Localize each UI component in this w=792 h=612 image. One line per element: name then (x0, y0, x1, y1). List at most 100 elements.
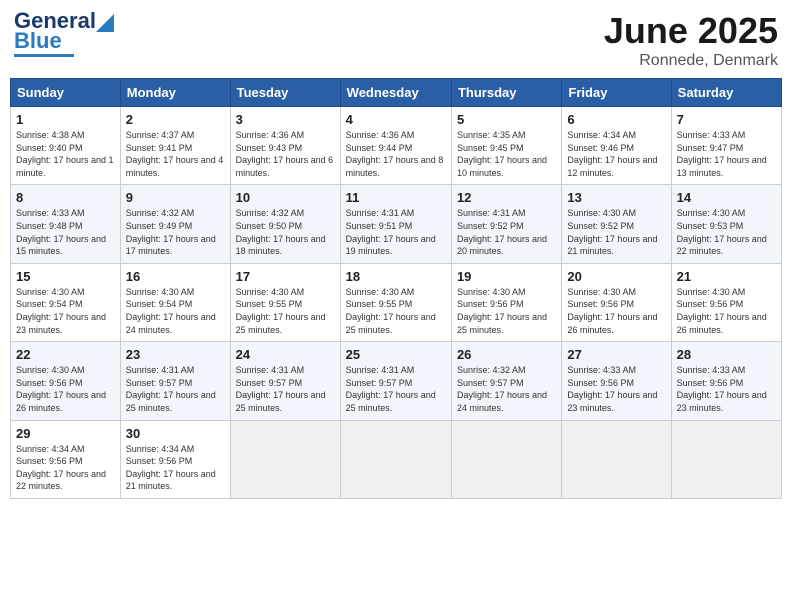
column-header-sunday: Sunday (11, 79, 121, 107)
day-number: 1 (16, 112, 115, 127)
day-number: 30 (126, 426, 225, 441)
title-block: June 2025 Ronnede, Denmark (604, 10, 778, 70)
day-number: 23 (126, 347, 225, 362)
day-number: 5 (457, 112, 556, 127)
day-info: Sunrise: 4:34 AM Sunset: 9:56 PM Dayligh… (126, 443, 225, 493)
day-number: 18 (346, 269, 446, 284)
column-header-thursday: Thursday (451, 79, 561, 107)
logo: General Blue (14, 10, 114, 57)
day-info: Sunrise: 4:30 AM Sunset: 9:55 PM Dayligh… (236, 286, 335, 336)
day-info: Sunrise: 4:30 AM Sunset: 9:56 PM Dayligh… (677, 286, 776, 336)
day-info: Sunrise: 4:33 AM Sunset: 9:56 PM Dayligh… (567, 364, 665, 414)
page-header: General Blue June 2025 Ronnede, Denmark (10, 10, 782, 70)
day-info: Sunrise: 4:31 AM Sunset: 9:57 PM Dayligh… (236, 364, 335, 414)
day-number: 14 (677, 190, 776, 205)
day-number: 3 (236, 112, 335, 127)
day-number: 24 (236, 347, 335, 362)
calendar-cell: 24 Sunrise: 4:31 AM Sunset: 9:57 PM Dayl… (230, 342, 340, 420)
day-number: 28 (677, 347, 776, 362)
calendar-cell: 7 Sunrise: 4:33 AM Sunset: 9:47 PM Dayli… (671, 107, 781, 185)
calendar-cell (671, 420, 781, 498)
calendar-table: SundayMondayTuesdayWednesdayThursdayFrid… (10, 78, 782, 499)
day-info: Sunrise: 4:36 AM Sunset: 9:44 PM Dayligh… (346, 129, 446, 179)
calendar-cell: 5 Sunrise: 4:35 AM Sunset: 9:45 PM Dayli… (451, 107, 561, 185)
day-number: 7 (677, 112, 776, 127)
calendar-cell: 12 Sunrise: 4:31 AM Sunset: 9:52 PM Dayl… (451, 185, 561, 263)
calendar-cell: 14 Sunrise: 4:30 AM Sunset: 9:53 PM Dayl… (671, 185, 781, 263)
calendar-cell (562, 420, 671, 498)
calendar-location: Ronnede, Denmark (604, 52, 778, 70)
day-info: Sunrise: 4:37 AM Sunset: 9:41 PM Dayligh… (126, 129, 225, 179)
day-number: 22 (16, 347, 115, 362)
day-info: Sunrise: 4:30 AM Sunset: 9:56 PM Dayligh… (567, 286, 665, 336)
calendar-cell: 11 Sunrise: 4:31 AM Sunset: 9:51 PM Dayl… (340, 185, 451, 263)
day-info: Sunrise: 4:32 AM Sunset: 9:50 PM Dayligh… (236, 207, 335, 257)
calendar-cell: 15 Sunrise: 4:30 AM Sunset: 9:54 PM Dayl… (11, 263, 121, 341)
day-number: 2 (126, 112, 225, 127)
calendar-cell: 23 Sunrise: 4:31 AM Sunset: 9:57 PM Dayl… (120, 342, 230, 420)
calendar-week-2: 8 Sunrise: 4:33 AM Sunset: 9:48 PM Dayli… (11, 185, 782, 263)
day-number: 21 (677, 269, 776, 284)
calendar-week-4: 22 Sunrise: 4:30 AM Sunset: 9:56 PM Dayl… (11, 342, 782, 420)
column-header-wednesday: Wednesday (340, 79, 451, 107)
logo-underline (14, 54, 74, 57)
calendar-cell: 4 Sunrise: 4:36 AM Sunset: 9:44 PM Dayli… (340, 107, 451, 185)
day-number: 11 (346, 190, 446, 205)
day-info: Sunrise: 4:33 AM Sunset: 9:56 PM Dayligh… (677, 364, 776, 414)
day-number: 12 (457, 190, 556, 205)
day-info: Sunrise: 4:32 AM Sunset: 9:57 PM Dayligh… (457, 364, 556, 414)
calendar-header-row: SundayMondayTuesdayWednesdayThursdayFrid… (11, 79, 782, 107)
calendar-cell (451, 420, 561, 498)
calendar-cell: 20 Sunrise: 4:30 AM Sunset: 9:56 PM Dayl… (562, 263, 671, 341)
day-number: 16 (126, 269, 225, 284)
calendar-week-1: 1 Sunrise: 4:38 AM Sunset: 9:40 PM Dayli… (11, 107, 782, 185)
calendar-cell: 25 Sunrise: 4:31 AM Sunset: 9:57 PM Dayl… (340, 342, 451, 420)
calendar-cell: 10 Sunrise: 4:32 AM Sunset: 9:50 PM Dayl… (230, 185, 340, 263)
day-info: Sunrise: 4:31 AM Sunset: 9:57 PM Dayligh… (346, 364, 446, 414)
day-number: 20 (567, 269, 665, 284)
day-number: 27 (567, 347, 665, 362)
calendar-cell: 13 Sunrise: 4:30 AM Sunset: 9:52 PM Dayl… (562, 185, 671, 263)
day-info: Sunrise: 4:30 AM Sunset: 9:56 PM Dayligh… (16, 364, 115, 414)
day-info: Sunrise: 4:30 AM Sunset: 9:56 PM Dayligh… (457, 286, 556, 336)
calendar-cell: 29 Sunrise: 4:34 AM Sunset: 9:56 PM Dayl… (11, 420, 121, 498)
day-number: 10 (236, 190, 335, 205)
calendar-cell: 2 Sunrise: 4:37 AM Sunset: 9:41 PM Dayli… (120, 107, 230, 185)
calendar-cell: 17 Sunrise: 4:30 AM Sunset: 9:55 PM Dayl… (230, 263, 340, 341)
calendar-title: June 2025 (604, 10, 778, 52)
column-header-tuesday: Tuesday (230, 79, 340, 107)
calendar-cell: 8 Sunrise: 4:33 AM Sunset: 9:48 PM Dayli… (11, 185, 121, 263)
day-number: 17 (236, 269, 335, 284)
calendar-cell: 21 Sunrise: 4:30 AM Sunset: 9:56 PM Dayl… (671, 263, 781, 341)
calendar-cell: 27 Sunrise: 4:33 AM Sunset: 9:56 PM Dayl… (562, 342, 671, 420)
calendar-cell: 6 Sunrise: 4:34 AM Sunset: 9:46 PM Dayli… (562, 107, 671, 185)
day-number: 15 (16, 269, 115, 284)
day-info: Sunrise: 4:33 AM Sunset: 9:47 PM Dayligh… (677, 129, 776, 179)
day-info: Sunrise: 4:30 AM Sunset: 9:54 PM Dayligh… (126, 286, 225, 336)
day-number: 25 (346, 347, 446, 362)
logo-blue: Blue (14, 30, 62, 52)
column-header-saturday: Saturday (671, 79, 781, 107)
column-header-friday: Friday (562, 79, 671, 107)
day-number: 19 (457, 269, 556, 284)
calendar-cell: 19 Sunrise: 4:30 AM Sunset: 9:56 PM Dayl… (451, 263, 561, 341)
calendar-cell: 26 Sunrise: 4:32 AM Sunset: 9:57 PM Dayl… (451, 342, 561, 420)
day-number: 8 (16, 190, 115, 205)
day-info: Sunrise: 4:31 AM Sunset: 9:51 PM Dayligh… (346, 207, 446, 257)
day-info: Sunrise: 4:31 AM Sunset: 9:52 PM Dayligh… (457, 207, 556, 257)
day-info: Sunrise: 4:36 AM Sunset: 9:43 PM Dayligh… (236, 129, 335, 179)
day-info: Sunrise: 4:30 AM Sunset: 9:53 PM Dayligh… (677, 207, 776, 257)
calendar-cell (230, 420, 340, 498)
day-info: Sunrise: 4:30 AM Sunset: 9:52 PM Dayligh… (567, 207, 665, 257)
day-number: 6 (567, 112, 665, 127)
calendar-cell (340, 420, 451, 498)
day-info: Sunrise: 4:38 AM Sunset: 9:40 PM Dayligh… (16, 129, 115, 179)
calendar-cell: 3 Sunrise: 4:36 AM Sunset: 9:43 PM Dayli… (230, 107, 340, 185)
day-info: Sunrise: 4:35 AM Sunset: 9:45 PM Dayligh… (457, 129, 556, 179)
calendar-cell: 30 Sunrise: 4:34 AM Sunset: 9:56 PM Dayl… (120, 420, 230, 498)
calendar-cell: 28 Sunrise: 4:33 AM Sunset: 9:56 PM Dayl… (671, 342, 781, 420)
calendar-cell: 1 Sunrise: 4:38 AM Sunset: 9:40 PM Dayli… (11, 107, 121, 185)
day-number: 26 (457, 347, 556, 362)
calendar-cell: 16 Sunrise: 4:30 AM Sunset: 9:54 PM Dayl… (120, 263, 230, 341)
day-number: 4 (346, 112, 446, 127)
